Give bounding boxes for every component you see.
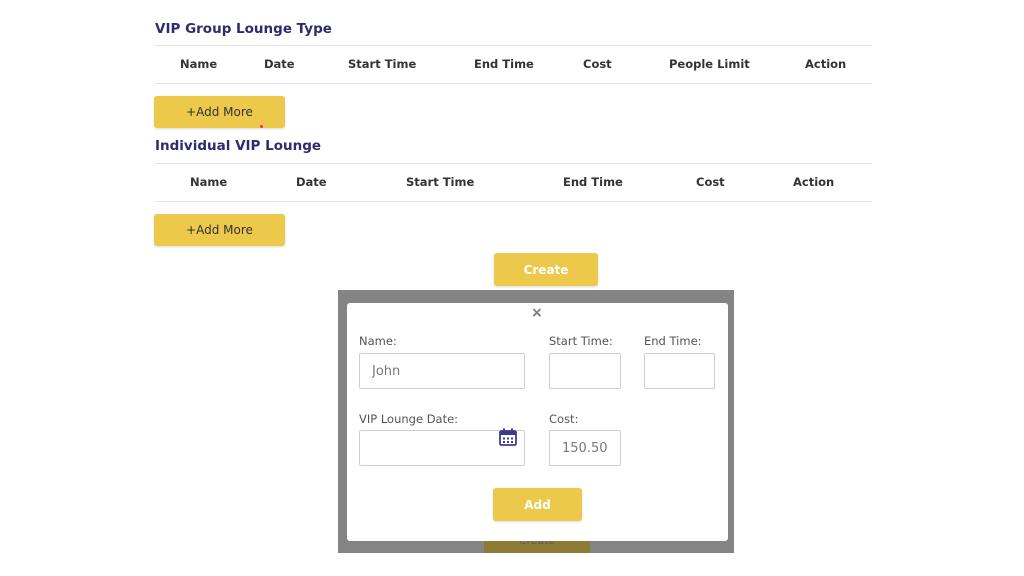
column-header-end-time: End Time	[474, 57, 534, 71]
name-input[interactable]	[359, 353, 525, 389]
column-header-name: Name	[190, 175, 228, 189]
individual-vip-lounge-title: Individual VIP Lounge	[155, 138, 322, 154]
column-header-action: Action	[805, 57, 847, 71]
cost-label: Cost:	[549, 412, 579, 426]
column-header-date: Date	[264, 57, 295, 71]
column-header-name: Name	[180, 57, 218, 71]
individual-vip-table-header: Name Date Start Time End Time Cost Actio…	[155, 163, 872, 202]
column-header-cost: Cost	[583, 57, 612, 71]
end-time-input[interactable]	[644, 353, 715, 389]
column-header-action: Action	[793, 175, 835, 189]
close-icon[interactable]: ×	[531, 305, 543, 321]
create-button[interactable]: Create	[494, 253, 598, 286]
start-time-input[interactable]	[549, 353, 621, 389]
name-label: Name:	[359, 334, 397, 348]
start-time-label: Start Time:	[549, 334, 613, 348]
red-dot-marker	[260, 125, 263, 128]
column-header-start-time: Start Time	[348, 57, 417, 71]
end-time-label: End Time:	[644, 334, 702, 348]
column-header-cost: Cost	[696, 175, 725, 189]
calendar-icon[interactable]	[499, 428, 517, 446]
add-lounge-modal: × Name: Start Time: End Time: VIP Lounge…	[347, 303, 728, 541]
column-header-people-limit: People Limit	[669, 57, 750, 71]
individual-vip-add-more-button[interactable]: +Add More	[154, 214, 285, 246]
column-header-end-time: End Time	[563, 175, 623, 189]
column-header-date: Date	[296, 175, 327, 189]
vip-group-table-header: Name Date Start Time End Time Cost Peopl…	[155, 45, 872, 84]
vip-lounge-date-label: VIP Lounge Date:	[359, 412, 459, 426]
vip-group-lounge-title: VIP Group Lounge Type	[155, 21, 332, 37]
cost-input[interactable]	[549, 430, 621, 466]
add-button[interactable]: Add	[493, 488, 582, 521]
vip-group-add-more-button[interactable]: +Add More	[154, 96, 285, 128]
column-header-start-time: Start Time	[406, 175, 475, 189]
